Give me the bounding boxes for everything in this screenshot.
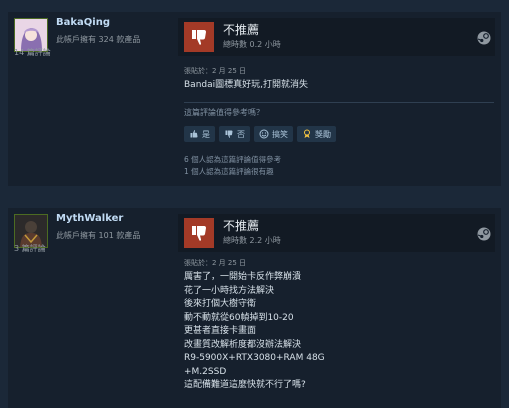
no-button[interactable]: 否 bbox=[219, 126, 250, 142]
thumbs-down-icon bbox=[184, 22, 214, 52]
review-text-line: 更甚者直接卡畫面 bbox=[184, 326, 257, 336]
review-text-line: 花了一小時找方法解決 bbox=[184, 285, 275, 296]
vote-buttons: 是 否 搞笑 獎勵 bbox=[184, 126, 336, 142]
review-text-line: 厲害了，一開始卡反作弊崩潰 bbox=[184, 272, 302, 282]
thumbs-down-icon bbox=[184, 218, 214, 248]
thumbs-up-icon bbox=[189, 129, 199, 139]
review-text-line: 這配備難道這麼快就不行了嗎? bbox=[184, 380, 306, 390]
hours-played: 總時數 2.2 小時 bbox=[223, 236, 281, 245]
verdict-title: 不推薦 bbox=[223, 23, 260, 37]
review-count[interactable]: 3 篇評論 bbox=[14, 243, 46, 254]
helpful-count: 6 個人認為這篇評論值得參考 bbox=[184, 155, 282, 164]
review-text-line: +M.2SSD bbox=[184, 366, 227, 377]
username[interactable]: BakaQing bbox=[56, 17, 110, 28]
funny-count: 1 個人認為這篇評論很有趣 bbox=[184, 167, 274, 176]
review-text-line: 動不動就從60幀掉到10-20 bbox=[184, 312, 294, 323]
posted-date: 張貼於：2 月 25 日 bbox=[184, 259, 247, 267]
review-count[interactable]: 14 篇評論 bbox=[14, 47, 51, 58]
smile-icon bbox=[259, 129, 269, 139]
yes-button[interactable]: 是 bbox=[184, 126, 215, 142]
review-card: MythWalker 此帳戶擁有 101 款產品 3 篇評論 不推薦 總時數 2… bbox=[8, 208, 501, 408]
helpful-question: 這篇評論值得參考嗎？ bbox=[184, 108, 264, 117]
steam-icon bbox=[477, 30, 491, 45]
hours-played: 總時數 0.2 小時 bbox=[223, 40, 281, 49]
products-owned[interactable]: 此帳戶擁有 324 款產品 bbox=[56, 34, 140, 45]
award-button[interactable]: 獎勵 bbox=[297, 126, 336, 142]
divider bbox=[184, 102, 494, 103]
verdict-title: 不推薦 bbox=[223, 219, 260, 233]
funny-button[interactable]: 搞笑 bbox=[254, 126, 293, 142]
no-label: 否 bbox=[237, 129, 245, 139]
review-text-line: 改畫質改解析度都沒辦法解決 bbox=[184, 339, 302, 350]
award-icon bbox=[302, 129, 312, 139]
steam-icon bbox=[477, 226, 491, 241]
products-owned[interactable]: 此帳戶擁有 101 款產品 bbox=[56, 230, 140, 241]
funny-label: 搞笑 bbox=[272, 129, 288, 139]
review-text-line: 後來打個大樹守衛 bbox=[184, 299, 257, 309]
yes-label: 是 bbox=[202, 129, 210, 139]
vote-header[interactable]: 不推薦 總時數 2.2 小時 bbox=[178, 214, 495, 252]
username[interactable]: MythWalker bbox=[56, 213, 123, 224]
review-text: Bandai圖標真好玩,打開就消失 bbox=[184, 80, 308, 90]
posted-date: 張貼於：2 月 25 日 bbox=[184, 67, 247, 75]
award-label: 獎勵 bbox=[315, 129, 331, 139]
review-card: BakaQing 此帳戶擁有 324 款產品 14 篇評論 不推薦 總時數 0.… bbox=[8, 12, 501, 186]
review-content: 不推薦 總時數 0.2 小時 張貼於：2 月 25 日 Bandai圖標真好玩,… bbox=[178, 12, 498, 186]
vote-header[interactable]: 不推薦 總時數 0.2 小時 bbox=[178, 18, 495, 56]
review-text-line: R9-5900X+RTX3080+RAM 48G bbox=[184, 353, 325, 363]
thumbs-down-icon bbox=[224, 129, 234, 139]
review-content: 不推薦 總時數 2.2 小時 張貼於：2 月 25 日 厲害了，一開始卡反作弊崩… bbox=[178, 208, 498, 408]
